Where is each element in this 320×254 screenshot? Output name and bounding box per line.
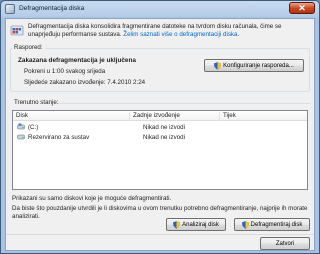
disk-last-run: Nikad ne izvodi: [143, 124, 185, 131]
client-area: Defragmentacija diska konsolidira fragme…: [5, 18, 315, 251]
schedule-status: Zakazana defragmentacija je uključena: [18, 57, 136, 64]
column-progress[interactable]: Tijek: [219, 112, 307, 121]
list-header: Disk Zadnje izvođenje Tijek: [13, 111, 307, 121]
defrag-window: Defragmentacija diska ✕ Defragmentacija …: [0, 0, 320, 254]
window-close-button[interactable]: ✕: [289, 2, 315, 14]
list-item[interactable]: Rezervirano za sustav Nikad ne izvodi: [13, 133, 307, 142]
divider: [58, 103, 310, 104]
title-bar[interactable]: Defragmentacija diska ✕: [1, 1, 319, 18]
header-description: Defragmentacija diska konsolidira fragme…: [28, 23, 310, 39]
analyze-disk-label: Analiziraj disk: [182, 221, 219, 228]
configure-schedule-label: Konfiguriranje rasporeda...: [223, 62, 294, 69]
column-disk[interactable]: Disk: [13, 112, 129, 121]
shield-icon: [214, 61, 222, 70]
shield-icon: [241, 220, 249, 229]
disk-list[interactable]: Disk Zadnje izvođenje Tijek (C:) Nikad n…: [12, 110, 308, 190]
shown-disks-note: Prikazani su samo diskovi koje je moguće…: [12, 195, 172, 202]
shield-icon: [173, 220, 181, 229]
disk-name: Rezervirano za sustav: [28, 134, 90, 141]
footer-divider: [6, 234, 314, 235]
app-icon: [5, 4, 15, 14]
window-title: Defragmentacija diska: [19, 5, 85, 12]
current-state-label: Trenutno stanje:: [12, 99, 61, 106]
schedule-next-run: Sljedeće zakazano izvođenje: 7.4.2010 2:…: [24, 79, 146, 86]
close-button[interactable]: Zatvori: [260, 237, 310, 250]
analyze-disk-button[interactable]: Analiziraj disk: [166, 218, 226, 231]
schedule-group-label: Raspored:: [12, 44, 45, 51]
learn-more-link[interactable]: Želim saznati više o defragmentaciji dis…: [123, 31, 239, 38]
disk-name: (C:): [28, 124, 39, 131]
defragment-disk-button[interactable]: Defragmentiraj disk: [234, 218, 310, 231]
disk-defragmenter-icon: [10, 25, 24, 36]
schedule-frequency: Pokreni u 1:00 svakog srijeda: [24, 68, 106, 75]
drive-icon: [17, 134, 25, 140]
configure-schedule-button[interactable]: Konfiguriranje rasporeda...: [204, 59, 304, 72]
list-item[interactable]: (C:) Nikad ne izvodi: [13, 123, 307, 132]
column-last-run[interactable]: Zadnje izvođenje: [129, 112, 219, 121]
disk-last-run: Nikad ne izvodi: [143, 134, 185, 141]
hard-drive-icon: [17, 123, 25, 130]
defragment-disk-label: Defragmentiraj disk: [250, 221, 303, 228]
